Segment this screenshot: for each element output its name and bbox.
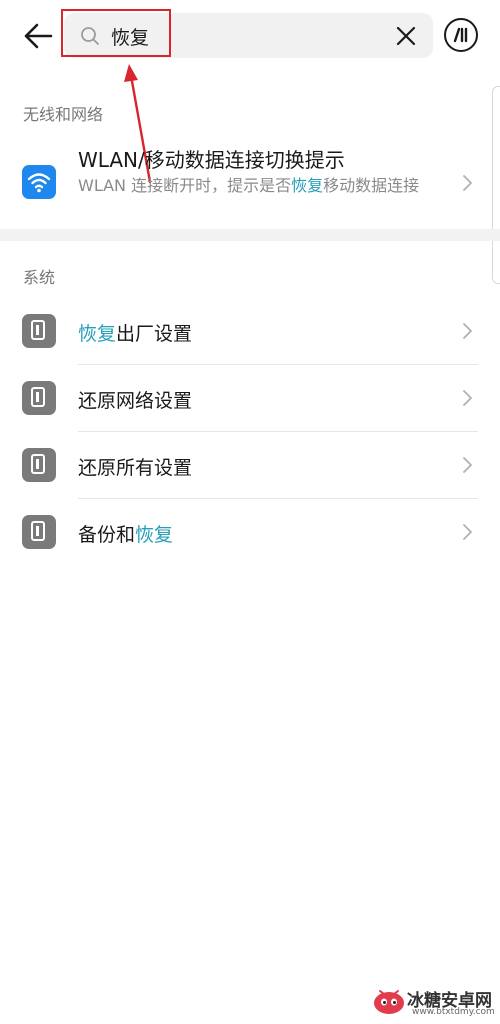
list-item-backup-restore[interactable] (0, 499, 500, 566)
phone-info-icon (22, 515, 56, 549)
section-header-system: 系统 (23, 268, 56, 287)
item-label: 恢复出厂设置 (78, 323, 193, 345)
close-icon (396, 26, 416, 46)
item-title: WLAN/移动数据连接切换提示 (78, 148, 345, 172)
watermark-url: www.btxtdmy.com (412, 1007, 495, 1017)
phone-info-icon (22, 314, 56, 348)
list-item-reset-network[interactable] (0, 365, 500, 432)
phone-info-icon (22, 381, 56, 415)
section-separator (0, 229, 500, 241)
clear-search-button[interactable] (390, 21, 422, 51)
list-item-factory-reset[interactable] (0, 297, 500, 364)
item-label: 还原网络设置 (78, 390, 193, 412)
back-button[interactable] (14, 14, 62, 58)
list-item-reset-all[interactable] (0, 432, 500, 499)
chevron-right-icon (463, 390, 472, 406)
chevron-right-icon (463, 524, 472, 540)
chevron-right-icon (463, 323, 472, 339)
watermark-logo-icon (374, 990, 404, 1014)
wifi-icon (22, 165, 56, 199)
section-header-wireless: 无线和网络 (23, 105, 104, 124)
arrow-left-icon (24, 23, 53, 49)
chevron-right-icon (463, 175, 472, 191)
voice-assistant-icon (453, 27, 468, 43)
item-description: WLAN 连接断开时，提示是否恢复移动数据连接 (78, 176, 420, 195)
item-label: 备份和恢复 (78, 524, 174, 546)
annotation-highlight-box (61, 9, 171, 57)
item-label: 还原所有设置 (78, 457, 193, 479)
phone-info-icon (22, 448, 56, 482)
chevron-right-icon (463, 457, 472, 473)
voice-assistant-button[interactable] (444, 18, 478, 52)
